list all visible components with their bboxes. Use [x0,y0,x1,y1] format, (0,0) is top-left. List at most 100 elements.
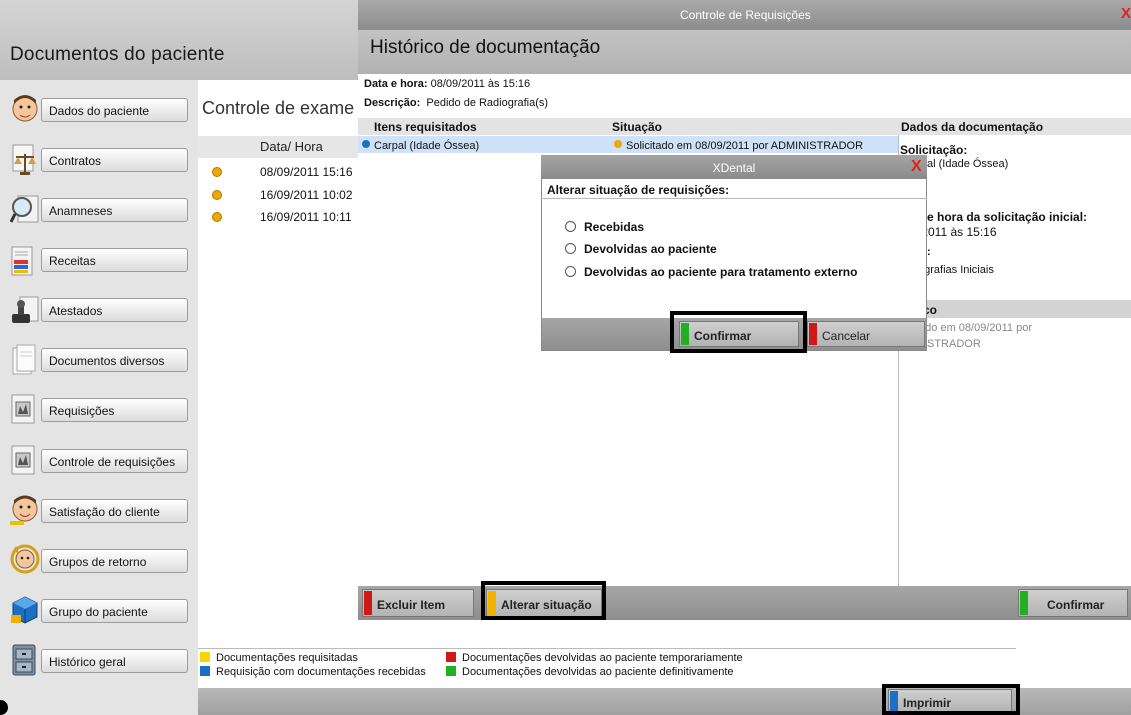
sidebar-item-dados-do-paciente[interactable]: Dados do paciente [41,98,188,122]
legend-item: Requisição com documentações recebidas [200,666,426,678]
item-cell: Carpal (Idade Óssea) [362,138,479,152]
date-line: Data e hora: 08/09/2011 às 15:16 [364,78,530,90]
legend-item: Documentações devolvidas ao paciente tem… [446,652,743,664]
legend-requested: Documentações requisitadas [216,652,358,664]
history-line: tado em 08/09/2011 por [916,322,1032,334]
requisition-control-icon [11,445,35,475]
table-row[interactable]: 16/09/2011 10:11 [198,207,358,227]
page-title: Documentos do paciente [10,44,225,65]
sidebar-item-grupos-de-retorno[interactable]: Grupos de retorno [41,549,188,573]
divider [541,198,927,199]
magnifier-icon [10,195,39,223]
documentation-details-panel [898,118,1131,586]
column-status: Situação [612,120,663,134]
radio-label: Recebidas [584,220,645,234]
radio-icon [565,243,576,254]
cube-icon [11,596,38,624]
green-bar-icon [1020,591,1028,615]
red-bar-icon [364,591,372,615]
sidebar-item-documentos-diversos[interactable]: Documentos diversos [41,348,188,372]
date-label: Data e hora: [364,78,428,90]
sidebar-item-anamneses[interactable]: Anamneses [41,198,188,222]
blue-bar-icon [890,691,898,711]
prescription-icon [11,246,33,276]
requisition-icon [11,394,35,424]
details-header: Dados da documentação [898,118,1131,135]
exam-column-date: Data/ Hora [260,139,323,154]
sidebar-item-grupo-do-paciente[interactable]: Grupo do paciente [41,599,188,623]
exam-date: 16/09/2011 10:02 [260,188,353,202]
change-status-button[interactable]: Alterar situação [486,589,602,617]
column-items: Itens requisitados [374,120,477,134]
description-value: Pedido de Radiografia(s) [426,97,549,109]
radio-label: Devolvidas ao paciente para tratamento e… [584,265,858,279]
sidebar-item-historico-geral[interactable]: Histórico geral [41,649,188,673]
red-bar-icon [809,323,817,345]
legend-item: Documentações devolvidas ao paciente def… [446,666,734,678]
sidebar-item-controle-de-requisicoes[interactable]: Controle de requisições [41,449,188,473]
description-label: Descrição: [364,97,421,109]
dialog-confirm-label: Confirmar [1047,598,1105,612]
popup-cancel-button[interactable]: Cancelar [807,321,925,347]
table-row[interactable]: 16/09/2011 10:02 [198,185,358,205]
sidebar-item-contratos[interactable]: Contratos [41,148,188,172]
exam-title: Controle de exame [202,98,355,118]
yellow-swatch-icon [200,652,210,662]
items-table-header: Itens requisitados Situação [358,118,898,135]
status-cell: Solicitado em 08/09/2011 por ADMINISTRAD… [614,138,863,152]
sidebar-item-receitas[interactable]: Receitas [41,248,188,272]
close-icon[interactable]: X [911,158,922,176]
customer-face-icon [10,495,38,525]
status-dot-icon [614,140,622,148]
item-name: Carpal (Idade Óssea) [374,140,480,152]
exam-date: 16/09/2011 10:11 [260,210,352,224]
item-status: Solicitado em 08/09/2011 por ADMINISTRAD… [626,140,864,152]
exam-column-header: Data/ Hora [198,136,358,158]
type-label: : [927,246,931,258]
status-dot-icon [362,140,370,148]
yellow-bar-icon [488,591,496,615]
legend-received: Requisição com documentações recebidas [216,666,426,678]
exam-date: 08/09/2011 15:16 [260,165,353,179]
popup-confirm-button[interactable]: Confirmar [679,321,799,347]
radio-devolvidas-externo[interactable]: Devolvidas ao paciente para tratamento e… [565,265,857,279]
popup-confirm-label: Confirmar [694,329,752,343]
close-icon[interactable]: X [1121,5,1131,22]
print-button[interactable]: Imprimir [888,689,1012,713]
status-dot-icon [212,212,222,222]
popup-cancel-label: Cancelar [822,329,871,343]
delete-item-label: Excluir Item [377,598,446,612]
delete-item-button[interactable]: Excluir Item [362,589,474,617]
return-group-icon [10,544,40,574]
date-value: 08/09/2011 às 15:16 [430,78,531,90]
description-line: Descrição: Pedido de Radiografia(s) [364,97,548,109]
dialog-confirm-button[interactable]: Confirmar [1018,589,1128,617]
sidebar-item-atestados[interactable]: Atestados [41,298,188,322]
legend-item: Documentações requisitadas [200,652,358,664]
legend-returned-final: Documentações devolvidas ao paciente def… [462,666,734,678]
dialog-heading: Histórico de documentação [370,37,601,58]
stamp-icon [12,296,39,323]
radio-recebidas[interactable]: Recebidas [565,220,644,234]
history-header: rico [898,300,1131,318]
patient-face-icon [12,95,38,122]
status-dot-icon [212,190,222,200]
sidebar-item-requisicoes[interactable]: Requisições [41,398,188,422]
solicitacao-value: al (Idade Óssea) [927,158,1009,170]
initial-date-value: /2011 às 15:16 [918,225,997,239]
cabinet-icon [12,644,36,676]
radio-devolvidas[interactable]: Devolvidas ao paciente [565,242,717,256]
popup-titlebar: XDental [541,155,927,179]
red-swatch-icon [446,652,456,662]
sidebar-item-satisfacao-do-cliente[interactable]: Satisfação do cliente [41,499,188,523]
popup-title: XDental [712,161,756,175]
documents-icon [12,344,36,375]
table-row[interactable]: 08/09/2011 15:16 [198,162,358,182]
change-status-label: Alterar situação [501,598,592,612]
popup-label: Alterar situação de requisições: [547,183,730,197]
type-value: ografias Iniciais [918,264,994,276]
dialog-window-title: Controle de Requisições [680,8,811,22]
table-row[interactable]: Carpal (Idade Óssea) Solicitado em 08/09… [358,136,898,153]
print-label: Imprimir [903,696,952,710]
blue-swatch-icon [200,666,210,676]
